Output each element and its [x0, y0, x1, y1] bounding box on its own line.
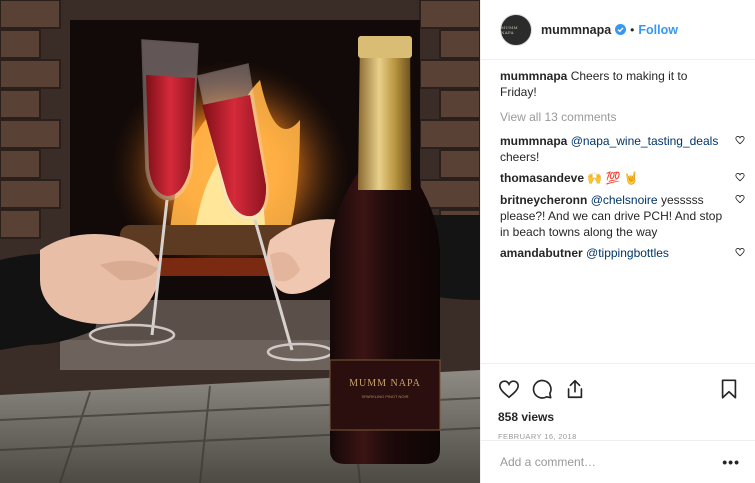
- bookmark-icon[interactable]: [718, 378, 740, 400]
- like-comment-heart-icon[interactable]: [735, 194, 745, 204]
- comment-mention[interactable]: @tippingbottles: [586, 246, 669, 260]
- share-icon[interactable]: [564, 378, 586, 400]
- bottle-brand-text: MUMM NAPA: [349, 378, 421, 389]
- champagne-toast-photo: MUMM NAPA SPARKLING PINOT NOIR: [0, 0, 480, 483]
- comment-username[interactable]: britneycheronn: [500, 193, 587, 207]
- comment-mention[interactable]: @napa_wine_tasting_deals: [571, 134, 719, 148]
- view-all-comments-link[interactable]: View all 13 comments: [500, 109, 745, 125]
- post-header: MUMM NAPA mummnapa • Follow: [481, 0, 755, 60]
- more-icon[interactable]: •••: [722, 454, 740, 470]
- post-actions: 858 views FEBRUARY 16, 2018: [481, 363, 755, 441]
- comment-text: cheers!: [500, 150, 540, 164]
- comment-item: mummnapa @napa_wine_tasting_deals cheers…: [500, 133, 745, 165]
- heart-icon[interactable]: [498, 378, 520, 400]
- comment-username[interactable]: thomasandeve: [500, 171, 584, 185]
- comment-item: thomasandeve 🙌 💯 🤘: [500, 170, 745, 186]
- add-comment-bar: •••: [481, 440, 755, 483]
- view-count: 858 views: [498, 410, 555, 424]
- header-separator: •: [630, 22, 635, 37]
- comment-text: 🙌 💯 🤘: [587, 171, 639, 185]
- action-icons-row: [498, 374, 740, 404]
- like-comment-heart-icon[interactable]: [735, 135, 745, 145]
- verified-icon: [615, 24, 627, 35]
- header-username[interactable]: mummnapa: [541, 23, 611, 37]
- post-photo[interactable]: MUMM NAPA SPARKLING PINOT NOIR: [0, 0, 480, 483]
- add-comment-input[interactable]: [500, 455, 723, 469]
- comment-item: amandabutner @tippingbottles: [500, 245, 745, 261]
- comments-list: mummnapa Cheers to making it to Friday! …: [500, 68, 745, 261]
- avatar-text: MUMM NAPA: [501, 24, 518, 35]
- comment-username[interactable]: mummnapa: [500, 134, 567, 148]
- caption: mummnapa Cheers to making it to Friday!: [500, 68, 745, 100]
- avatar[interactable]: MUMM NAPA: [500, 13, 532, 46]
- like-comment-heart-icon[interactable]: [735, 247, 745, 257]
- bottle-subtitle-text: SPARKLING PINOT NOIR: [362, 394, 409, 399]
- comment-mention[interactable]: @chelsnoire: [591, 193, 658, 207]
- comment-item: britneycheronn @chelsnoire yesssss pleas…: [500, 192, 745, 240]
- comment-icon[interactable]: [531, 378, 553, 400]
- follow-button[interactable]: Follow: [638, 23, 678, 37]
- post-sidebar: MUMM NAPA mummnapa • Follow mummnapa Che…: [480, 0, 755, 483]
- like-comment-heart-icon[interactable]: [735, 172, 745, 182]
- comment-username[interactable]: amandabutner: [500, 246, 583, 260]
- caption-username[interactable]: mummnapa: [500, 69, 567, 83]
